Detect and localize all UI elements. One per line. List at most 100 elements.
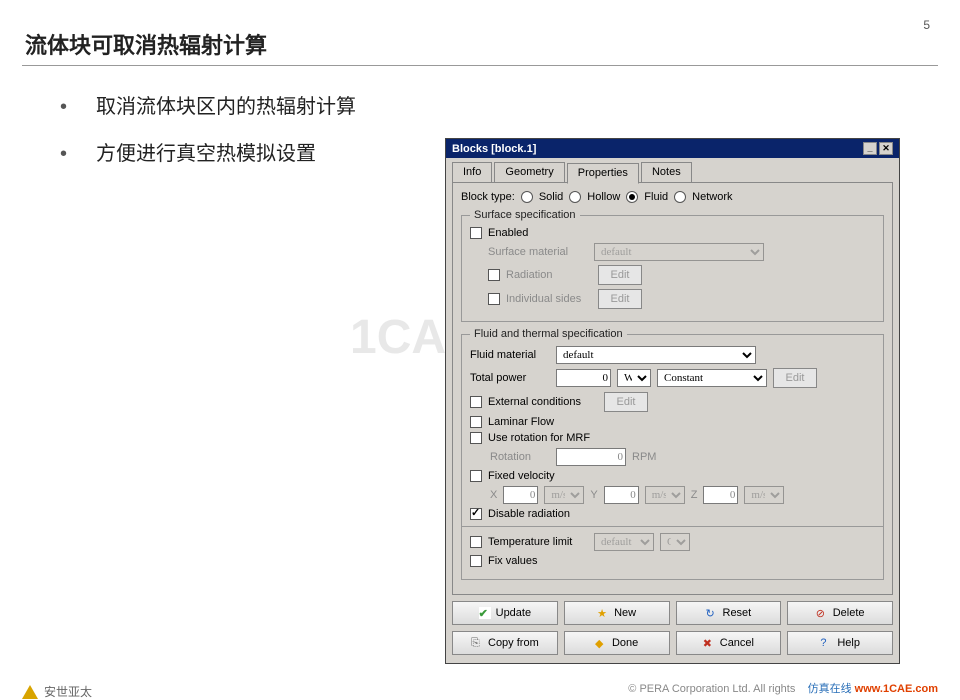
fv-x-label: X xyxy=(490,489,497,501)
title-rule xyxy=(22,65,938,66)
surface-spec-legend: Surface specification xyxy=(470,209,580,221)
external-edit-button: Edit xyxy=(604,392,648,412)
star-icon: ★ xyxy=(597,607,609,619)
close-icon[interactable]: ✕ xyxy=(879,142,893,155)
radio-hollow-label: Hollow xyxy=(587,191,620,203)
fixed-velocity-label: Fixed velocity xyxy=(488,470,555,482)
radiation-edit-button: Edit xyxy=(598,265,642,285)
block-type-row: Block type: Solid Hollow Fluid Network xyxy=(461,191,884,203)
laminar-checkbox[interactable] xyxy=(470,416,482,428)
tab-info[interactable]: Info xyxy=(452,162,492,182)
properties-panel: Block type: Solid Hollow Fluid Network S… xyxy=(452,183,893,595)
copy-button[interactable]: ⎘Copy from xyxy=(452,631,558,655)
power-edit-button: Edit xyxy=(773,368,817,388)
fluid-spec-group: Fluid and thermal specification Fluid ma… xyxy=(461,328,884,580)
fv-x-unit: m/s xyxy=(544,486,584,504)
update-button[interactable]: ✔Update xyxy=(452,601,558,625)
footer-left-text: 安世亚太 xyxy=(44,683,92,700)
bullet-item: •方便进行真空热模拟设置 xyxy=(60,137,356,166)
done-icon: ◆ xyxy=(595,637,607,649)
minimize-icon[interactable]: _ xyxy=(863,142,877,155)
fv-y-input xyxy=(604,486,639,504)
cancel-icon: ✖ xyxy=(703,637,715,649)
bullet-item: •取消流体块区内的热辐射计算 xyxy=(60,90,356,119)
tab-notes[interactable]: Notes xyxy=(641,162,692,182)
surface-material-select: default xyxy=(594,243,764,261)
fv-z-unit: m/s xyxy=(744,486,784,504)
reset-button[interactable]: ↻Reset xyxy=(676,601,782,625)
delete-icon: ⊘ xyxy=(816,607,828,619)
rotation-unit: RPM xyxy=(632,451,656,463)
bullet-list: •取消流体块区内的热辐射计算 •方便进行真空热模拟设置 xyxy=(60,90,356,184)
radio-network-label: Network xyxy=(692,191,732,203)
tab-geometry[interactable]: Geometry xyxy=(494,162,564,182)
fix-values-label: Fix values xyxy=(488,555,538,567)
fix-values-checkbox[interactable] xyxy=(470,555,482,567)
disable-radiation-label: Disable radiation xyxy=(488,508,570,520)
fv-z-input xyxy=(703,486,738,504)
temp-limit-select: default xyxy=(594,533,654,551)
laminar-label: Laminar Flow xyxy=(488,416,554,428)
total-power-label: Total power xyxy=(470,372,550,384)
tab-bar: Info Geometry Properties Notes xyxy=(452,162,893,183)
enabled-label: Enabled xyxy=(488,227,528,239)
surface-spec-group: Surface specification Enabled Surface ma… xyxy=(461,209,884,322)
total-power-input[interactable] xyxy=(556,369,611,387)
done-button[interactable]: ◆Done xyxy=(564,631,670,655)
radio-hollow[interactable] xyxy=(569,191,581,203)
external-conditions-label: External conditions xyxy=(488,396,598,408)
radio-fluid-label: Fluid xyxy=(644,191,668,203)
disable-radiation-checkbox[interactable] xyxy=(470,508,482,520)
temp-limit-label: Temperature limit xyxy=(488,536,588,548)
enabled-checkbox[interactable] xyxy=(470,227,482,239)
radio-fluid[interactable] xyxy=(626,191,638,203)
radio-solid[interactable] xyxy=(521,191,533,203)
cancel-button[interactable]: ✖Cancel xyxy=(676,631,782,655)
fluid-spec-legend: Fluid and thermal specification xyxy=(470,328,627,340)
radiation-label: Radiation xyxy=(506,269,592,281)
footer-left: 安世亚太 xyxy=(22,683,92,700)
tab-properties[interactable]: Properties xyxy=(567,163,639,184)
reset-icon: ↻ xyxy=(706,607,718,619)
footer-brand: 仿真在线 xyxy=(808,683,852,695)
mrf-label: Use rotation for MRF xyxy=(488,432,590,444)
total-power-unit[interactable]: W xyxy=(617,369,651,387)
delete-button[interactable]: ⊘Delete xyxy=(787,601,893,625)
radiation-checkbox xyxy=(488,269,500,281)
copy-icon: ⎘ xyxy=(471,637,483,649)
titlebar[interactable]: Blocks [block.1] _ ✕ xyxy=(446,139,899,158)
temp-limit-unit: C xyxy=(660,533,690,551)
external-conditions-checkbox[interactable] xyxy=(470,396,482,408)
copyright-text: © PERA Corporation Ltd. All rights xyxy=(628,683,795,695)
fv-x-input xyxy=(503,486,538,504)
individual-checkbox xyxy=(488,293,500,305)
power-mode-select[interactable]: Constant xyxy=(657,369,767,387)
fv-y-unit: m/s xyxy=(645,486,685,504)
new-button[interactable]: ★New xyxy=(564,601,670,625)
fluid-material-select[interactable]: default xyxy=(556,346,756,364)
surface-material-label: Surface material xyxy=(488,246,588,258)
rotation-input xyxy=(556,448,626,466)
individual-label: Individual sides xyxy=(506,293,592,305)
logo-icon xyxy=(22,685,38,699)
fluid-material-label: Fluid material xyxy=(470,349,550,361)
radio-network[interactable] xyxy=(674,191,686,203)
titlebar-text: Blocks [block.1] xyxy=(452,143,536,155)
footer-right: © PERA Corporation Ltd. All rights 仿真在线 … xyxy=(628,680,938,696)
fv-z-label: Z xyxy=(691,489,698,501)
block-type-label: Block type: xyxy=(461,191,515,203)
bullet-text: 取消流体块区内的热辐射计算 xyxy=(96,96,356,118)
dialog-window: Blocks [block.1] _ ✕ Info Geometry Prope… xyxy=(445,138,900,664)
bullet-text: 方便进行真空热模拟设置 xyxy=(96,143,316,165)
fv-y-label: Y xyxy=(590,489,597,501)
individual-edit-button: Edit xyxy=(598,289,642,309)
footer-url: www.1CAE.com xyxy=(855,683,938,695)
help-icon: ? xyxy=(820,637,832,649)
temp-limit-checkbox[interactable] xyxy=(470,536,482,548)
page-number: 5 xyxy=(923,18,930,32)
slide-title: 流体块可取消热辐射计算 xyxy=(25,28,267,60)
radio-solid-label: Solid xyxy=(539,191,563,203)
mrf-checkbox[interactable] xyxy=(470,432,482,444)
fixed-velocity-checkbox[interactable] xyxy=(470,470,482,482)
help-button[interactable]: ?Help xyxy=(787,631,893,655)
